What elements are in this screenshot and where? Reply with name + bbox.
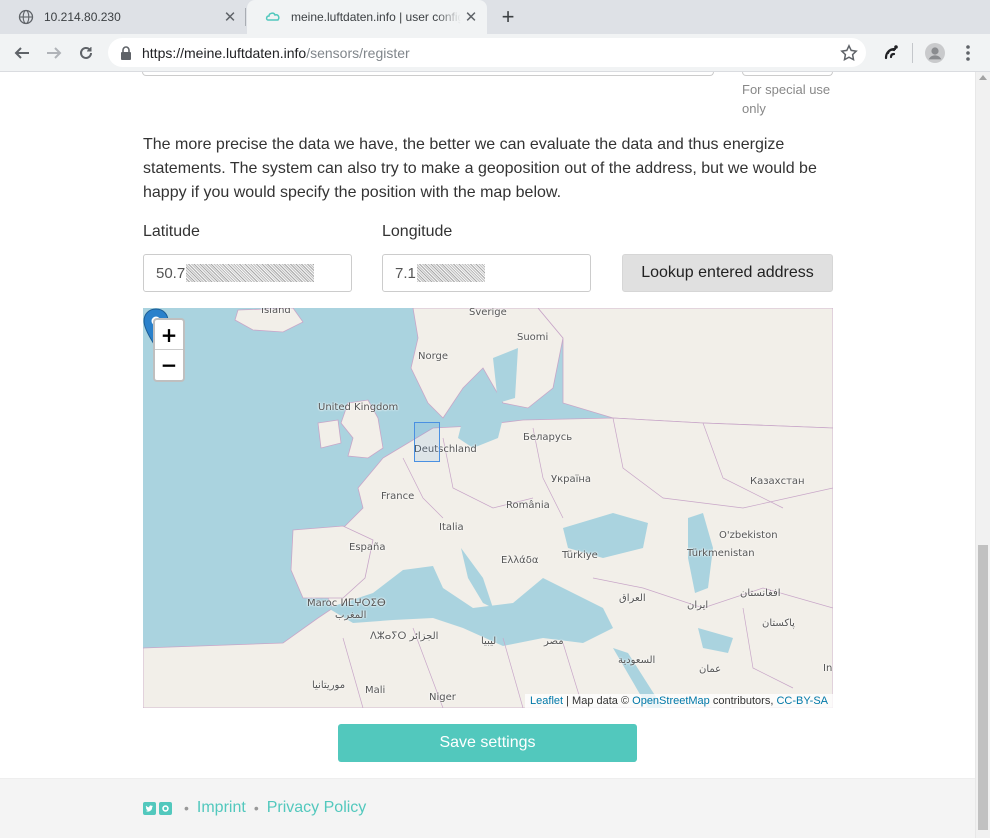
map-label-island: Island — [261, 308, 291, 316]
longitude-input[interactable]: 7.1 — [382, 254, 591, 292]
forward-button[interactable] — [41, 40, 67, 66]
address-bar[interactable]: https://meine.luftdaten.info/sensors/reg… — [108, 38, 866, 67]
map-label-kazakhstan: Казахстан — [750, 476, 805, 487]
map-label-niger: Niger — [429, 692, 456, 703]
zoom-in-button[interactable]: + — [155, 320, 183, 350]
longitude-redacted — [416, 264, 485, 282]
attribution-contrib: contributors, — [709, 695, 777, 707]
map-zoom-control: + − — [153, 318, 185, 382]
map-label-france: France — [381, 491, 415, 502]
map-label-iran: ايران — [687, 600, 709, 611]
map-label-india: In — [823, 663, 833, 674]
map-label-romania: România — [506, 500, 550, 511]
browser-toolbar: https://meine.luftdaten.info/sensors/reg… — [0, 34, 990, 72]
intro-paragraph: The more precise the data we have, the b… — [143, 136, 817, 201]
zoom-out-button[interactable]: − — [155, 350, 183, 380]
imprint-link[interactable]: Imprint — [197, 799, 246, 817]
leaflet-link[interactable]: Leaflet — [530, 695, 563, 707]
special-use-note: For special use only — [742, 82, 831, 116]
latitude-value: 50.7 — [156, 264, 186, 282]
latitude-redacted — [186, 264, 315, 282]
page-footer: • Imprint • Privacy Policy — [0, 778, 975, 838]
footer-separator: • — [184, 800, 189, 816]
map-label-sverige: Sverige — [469, 308, 507, 318]
map-label-italia: Italia — [439, 522, 464, 533]
map-label-oman: عمان — [699, 664, 722, 675]
map-label-egypt: مصر — [544, 636, 564, 647]
special-field-partial[interactable] — [742, 72, 833, 76]
url-path: /sensors/register — [306, 44, 410, 61]
profile-avatar-icon[interactable] — [925, 43, 945, 63]
map-label-mali: Mali — [365, 685, 386, 696]
toolbar-divider — [912, 43, 913, 63]
map-label-norge: Norge — [418, 351, 449, 362]
tab-ip-address[interactable]: 10.214.80.230 ✕ — [0, 0, 246, 34]
page-scrollbar[interactable] — [975, 72, 990, 838]
gnome-extension-icon[interactable] — [881, 43, 901, 63]
tab-strip: 10.214.80.230 ✕ meine.luftdaten.info | u… — [0, 0, 990, 34]
longitude-value: 7.1 — [395, 264, 416, 282]
map-label-turkiye: Türkiye — [562, 550, 598, 561]
map-label-ukraine: Україна — [551, 474, 592, 485]
location-map[interactable]: Island Sverige Suomi Norge United Kingdo… — [143, 308, 833, 708]
map-label-maghrib: المغرب — [335, 610, 367, 621]
map-tiles — [143, 308, 833, 708]
arrow-right-icon — [47, 47, 62, 59]
privacy-policy-link[interactable]: Privacy Policy — [267, 799, 367, 817]
map-label-maroc: Maroc ⵍⵎⵖⵔⵉⴱ — [307, 598, 386, 609]
tab-title: 10.214.80.230 — [44, 10, 121, 24]
reload-icon — [80, 46, 92, 59]
map-label-afghanistan: افغانستان — [740, 588, 781, 599]
map-label-libya: ليبيا — [481, 636, 497, 647]
url-host: https://meine.luftdaten.info — [142, 44, 307, 61]
map-label-iraq: العراق — [619, 593, 646, 604]
map-label-espana: España — [349, 542, 386, 553]
social-icons — [143, 802, 172, 815]
footer-links: • Imprint • Privacy Policy — [184, 799, 366, 817]
license-link[interactable]: CC-BY-SA — [776, 695, 828, 707]
luftdaten-cloud-icon — [265, 9, 281, 25]
map-label-saudi: السعودية — [618, 655, 656, 666]
browser-menu-icon[interactable] — [958, 43, 978, 63]
map-attribution: Leaflet | Map data © OpenStreetMap contr… — [525, 694, 833, 708]
footer-separator: • — [253, 800, 259, 816]
bookmark-star-icon[interactable] — [840, 44, 858, 62]
address-field-partial[interactable] — [142, 72, 714, 76]
map-label-turkmenistan: Türkmenistan — [687, 548, 755, 559]
marker-selection-highlight — [414, 422, 440, 462]
tab-luftdaten[interactable]: meine.luftdaten.info | user configura ✕ — [247, 0, 487, 34]
scroll-up-arrow-icon[interactable] — [979, 75, 987, 80]
map-label-suomi: Suomi — [517, 332, 549, 343]
lock-icon — [120, 45, 132, 60]
page-viewport: For special use only The more precise th… — [0, 72, 975, 838]
new-tab-button[interactable]: + — [496, 4, 520, 29]
globe-icon — [18, 9, 34, 25]
map-label-algeria: ⴷⵣⴰⵢⵔ الجزائر — [370, 631, 439, 642]
close-tab-icon[interactable]: ✕ — [461, 7, 481, 27]
twitter-icon[interactable] — [143, 802, 156, 815]
close-tab-icon[interactable]: ✕ — [220, 7, 240, 27]
map-label-uzbekistan: O'zbekiston — [719, 530, 778, 541]
map-label-greece: Ελλάδα — [501, 555, 539, 566]
latitude-label: Latitude — [143, 223, 200, 240]
latitude-input[interactable]: 50.7 — [143, 254, 352, 292]
longitude-label: Longitude — [382, 223, 453, 240]
map-label-pakistan: پاکستان — [762, 618, 795, 629]
map-label-mauritania: موريتانيا — [312, 680, 346, 691]
back-button[interactable] — [9, 40, 35, 66]
lookup-address-button[interactable]: Lookup entered address — [622, 254, 833, 292]
scrollbar-thumb[interactable] — [978, 545, 988, 830]
save-settings-button[interactable]: Save settings — [338, 724, 637, 762]
map-label-belarus: Беларусь — [523, 432, 573, 443]
github-icon[interactable] — [159, 802, 172, 815]
arrow-left-icon — [14, 47, 29, 59]
map-label-uk: United Kingdom — [318, 402, 399, 413]
osm-link[interactable]: OpenStreetMap — [632, 695, 710, 707]
tab-title: meine.luftdaten.info | user configura — [291, 10, 461, 24]
attribution-text: | Map data © — [563, 695, 633, 707]
reload-button[interactable] — [73, 40, 99, 66]
